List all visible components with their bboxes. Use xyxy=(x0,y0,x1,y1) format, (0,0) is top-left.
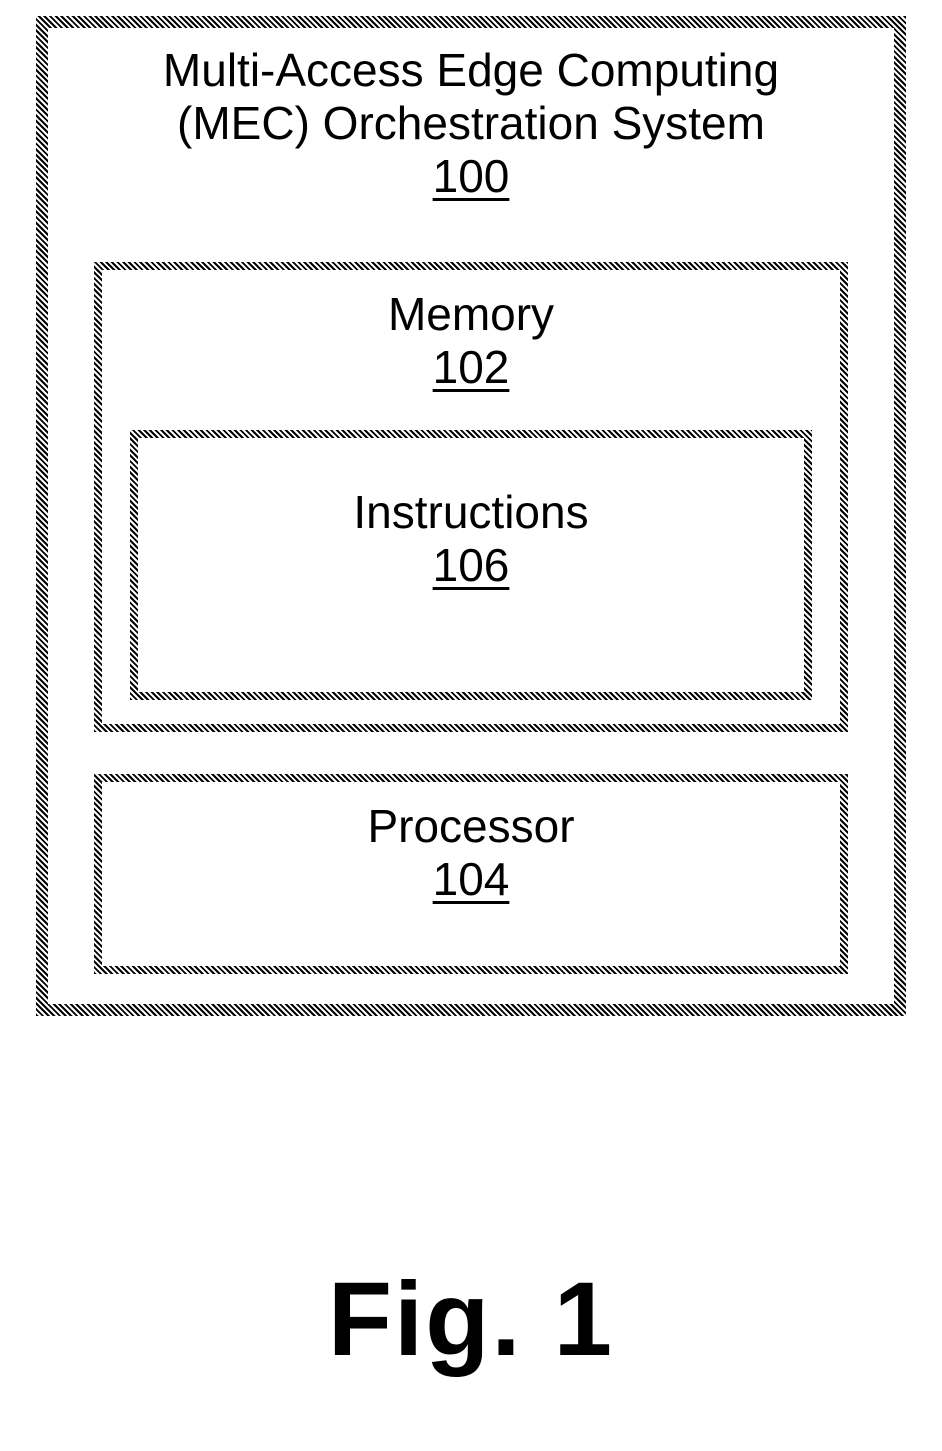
diagram-canvas: Multi-Access Edge Computing (MEC) Orches… xyxy=(0,0,942,1451)
system-title-line2: (MEC) Orchestration System xyxy=(177,97,765,149)
memory-title: Memory xyxy=(388,288,554,340)
processor-title: Processor xyxy=(367,800,574,852)
figure-label: Fig. 1 xyxy=(0,1260,942,1380)
processor-ref: 104 xyxy=(433,853,510,905)
system-title: Multi-Access Edge Computing (MEC) Orches… xyxy=(0,44,942,203)
processor-title-block: Processor 104 xyxy=(0,800,942,906)
memory-ref: 102 xyxy=(433,341,510,393)
system-ref: 100 xyxy=(433,150,510,202)
instructions-title: Instructions xyxy=(353,486,588,538)
system-title-line1: Multi-Access Edge Computing xyxy=(163,44,779,96)
instructions-ref: 106 xyxy=(433,539,510,591)
memory-title-block: Memory 102 xyxy=(0,288,942,394)
instructions-title-block: Instructions 106 xyxy=(0,486,942,592)
